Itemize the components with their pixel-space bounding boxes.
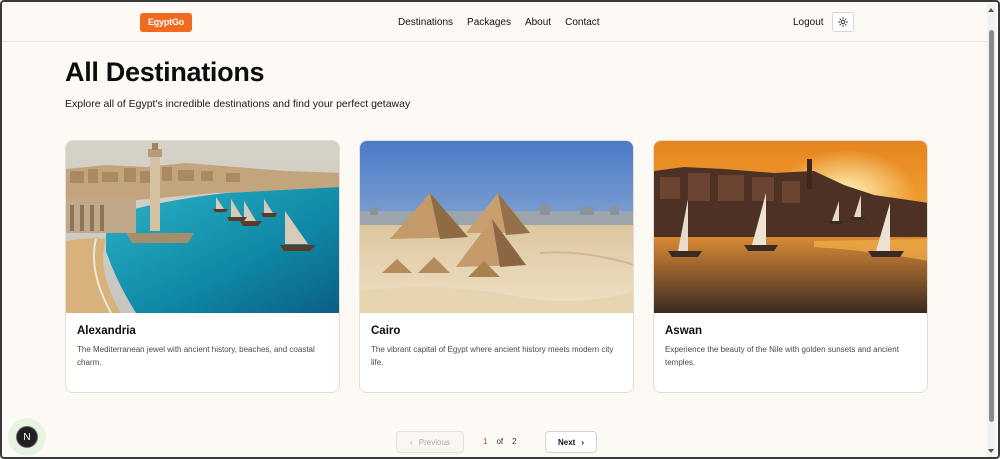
nav-about[interactable]: About	[525, 17, 551, 28]
scroll-up-icon[interactable]	[988, 8, 994, 12]
logout-button[interactable]: Logout	[793, 17, 824, 28]
total-pages: 2	[512, 437, 517, 446]
destination-card-alexandria[interactable]: Alexandria The Mediterranean jewel with …	[65, 140, 340, 393]
site-header: EgyptGo Destinations Packages About Cont…	[2, 2, 990, 42]
alexandria-image	[66, 141, 339, 313]
of-label: of	[496, 437, 504, 446]
destination-name: Cairo	[371, 325, 401, 337]
scrollbar-thumb[interactable]	[989, 30, 994, 422]
nextjs-logo-icon: N	[16, 426, 38, 448]
destination-name: Aswan	[665, 325, 703, 337]
destination-name: Alexandria	[77, 325, 136, 337]
next-page-button[interactable]: Next ›	[545, 431, 597, 453]
destination-card-cairo[interactable]: Cairo The vibrant capital of Egypt where…	[359, 140, 634, 393]
dev-tools-badge[interactable]: N	[8, 418, 46, 456]
previous-page-button[interactable]: ‹ Previous	[396, 431, 464, 453]
nav-destinations[interactable]: Destinations	[398, 17, 453, 28]
destination-description: The vibrant capital of Egypt where ancie…	[371, 345, 614, 367]
cairo-image	[360, 141, 633, 313]
destination-description: The Mediterranean jewel with ancient his…	[77, 345, 315, 367]
destination-description: Experience the beauty of the Nile with g…	[665, 345, 899, 367]
browser-frame: EgyptGo Destinations Packages About Cont…	[0, 0, 1000, 459]
page-subtitle: Explore all of Egypt's incredible destin…	[65, 98, 411, 110]
aswan-image	[654, 141, 927, 313]
destination-card-aswan[interactable]: Aswan Experience the beauty of the Nile …	[653, 140, 928, 393]
sun-icon	[838, 17, 848, 27]
main-nav: Destinations Packages About Contact	[398, 17, 600, 28]
scrollbar[interactable]	[987, 4, 996, 457]
page-indicator: 1 of 2	[483, 437, 517, 446]
previous-label: Previous	[418, 437, 450, 447]
theme-toggle-button[interactable]	[832, 12, 854, 32]
chevron-right-icon: ›	[581, 437, 584, 447]
nav-packages[interactable]: Packages	[467, 17, 511, 28]
scroll-down-icon[interactable]	[988, 449, 994, 453]
chevron-left-icon: ‹	[410, 437, 413, 447]
logo[interactable]: EgyptGo	[140, 13, 192, 32]
page-title: All Destinations	[65, 57, 265, 87]
nav-contact[interactable]: Contact	[565, 17, 599, 28]
next-label: Next	[557, 437, 576, 447]
current-page: 1	[483, 437, 488, 446]
